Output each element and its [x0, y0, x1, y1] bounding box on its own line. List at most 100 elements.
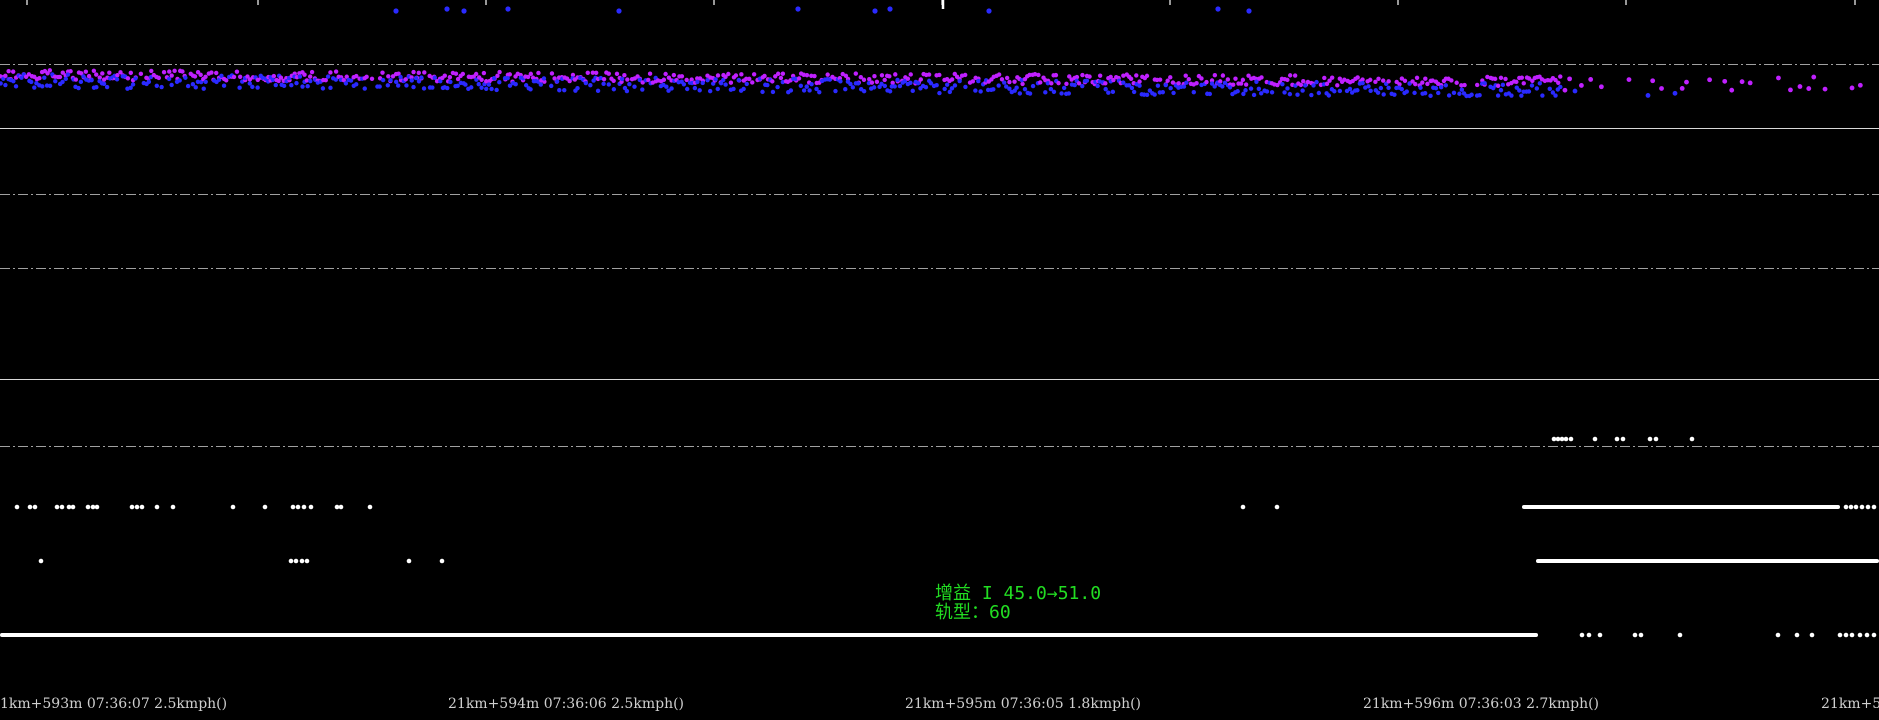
- echo-run-white: [1536, 559, 1879, 563]
- echo-point-white: [1837, 632, 1843, 638]
- echo-point-magenta: [622, 73, 627, 78]
- echo-point-white: [1871, 504, 1877, 510]
- echo-point-magenta: [1626, 77, 1632, 83]
- echo-point-magenta: [83, 69, 89, 74]
- echo-point-white: [139, 504, 145, 510]
- echo-point-magenta: [231, 74, 237, 80]
- echo-point-magenta: [447, 74, 453, 80]
- echo-point-white: [367, 504, 373, 510]
- echo-point-magenta: [198, 72, 203, 78]
- echo-point-blue: [104, 84, 110, 90]
- echo-point-white: [1563, 436, 1569, 442]
- echo-point-magenta: [47, 68, 53, 73]
- echo-point-blue: [1443, 83, 1449, 88]
- echo-point-white: [1647, 436, 1653, 442]
- echo-point-magenta: [647, 71, 653, 76]
- echo-point-blue: [354, 82, 359, 87]
- echo-point-blue: [114, 77, 120, 82]
- echo-point-white: [1859, 504, 1865, 510]
- echo-point-magenta: [1679, 85, 1685, 91]
- echo-point-blue: [1477, 93, 1482, 98]
- echo-point-blue: [29, 79, 34, 85]
- echo-point-blue: [1436, 90, 1441, 96]
- echo-point-blue: [289, 82, 294, 88]
- echo-point-magenta: [1579, 83, 1584, 88]
- upper-echo-band: [0, 68, 1863, 99]
- echo-point-white: [1586, 632, 1592, 638]
- echo-point-white: [334, 504, 340, 510]
- echo-point-magenta: [1004, 75, 1010, 81]
- echo-point-magenta: [1684, 79, 1689, 85]
- echo-point-blue: [1014, 85, 1019, 90]
- echo-point-magenta: [323, 78, 328, 83]
- echo-point-magenta: [1298, 82, 1304, 88]
- echo-point-white: [299, 558, 305, 564]
- echo-point-magenta: [10, 69, 16, 74]
- echo-point-magenta: [908, 72, 913, 77]
- echo-point-blue: [308, 78, 313, 84]
- echo-point-white: [1597, 632, 1603, 638]
- echo-point-magenta: [161, 69, 167, 75]
- echo-point-blue: [159, 84, 164, 90]
- echo-point-magenta: [369, 76, 375, 82]
- echo-point-white: [14, 504, 20, 510]
- echo-point-magenta: [949, 77, 955, 82]
- echo-point-blue: [541, 76, 547, 81]
- echo-point-blue: [882, 83, 888, 89]
- echo-point-blue: [664, 84, 669, 89]
- echo-point-magenta: [1233, 76, 1238, 81]
- echo-point-white: [1632, 632, 1638, 638]
- echo-point-blue: [1404, 89, 1409, 94]
- echo-point-blue: [1017, 91, 1023, 96]
- echo-point-white: [59, 504, 65, 510]
- echo-point-blue: [1378, 85, 1384, 91]
- echo-point-magenta: [1144, 73, 1150, 79]
- echo-point-blue: [1547, 86, 1552, 92]
- echo-point-magenta: [416, 70, 421, 76]
- echo-point-blue: [169, 82, 174, 88]
- echo-point-blue: [486, 82, 492, 87]
- echo-point-magenta: [302, 72, 307, 77]
- echo-point-magenta: [1012, 79, 1017, 84]
- echo-point-magenta: [1204, 79, 1209, 85]
- echo-point-magenta: [57, 74, 63, 80]
- echo-point-blue: [430, 85, 435, 90]
- echo-point-blue: [923, 84, 929, 90]
- echo-point-blue: [40, 84, 45, 89]
- echo-point-magenta: [750, 80, 755, 85]
- echo-point-blue: [562, 87, 567, 93]
- echo-point-magenta: [172, 68, 177, 74]
- echo-point-magenta: [1503, 76, 1508, 82]
- echo-point-magenta: [156, 75, 162, 81]
- echo-point-white: [288, 558, 294, 564]
- echo-point-white: [129, 504, 135, 510]
- echo-point-white: [154, 504, 160, 510]
- echo-point-blue: [411, 84, 416, 90]
- position-label-2: 21km+594m 07:36:06 2.5kmph(): [448, 696, 685, 712]
- echo-point-magenta: [937, 72, 942, 78]
- echo-point-magenta: [1287, 73, 1293, 78]
- stray-echo-point: [795, 6, 801, 12]
- echo-point-magenta: [1355, 75, 1360, 80]
- echo-point-blue: [915, 80, 921, 86]
- echo-point-white: [304, 558, 310, 564]
- echo-point-blue: [1051, 89, 1057, 95]
- echo-point-blue: [1269, 90, 1275, 95]
- echo-point-magenta: [778, 75, 784, 81]
- echo-point-blue: [809, 81, 814, 87]
- echo-point-magenta: [37, 76, 42, 81]
- echo-point-magenta: [1074, 74, 1080, 80]
- top-ruler-ticks: [26, 0, 1856, 9]
- echo-point-magenta: [1462, 82, 1467, 88]
- echo-point-magenta: [536, 70, 541, 76]
- b-scan-display[interactable]: 增益 I 45.0→51.0 轨型：60 1km+593m 07:36:07 2…: [0, 0, 1879, 720]
- position-label-5: 21km+59: [1821, 696, 1879, 712]
- echo-point-magenta: [1376, 76, 1381, 81]
- echo-point-blue: [681, 82, 687, 87]
- echo-point-blue: [1129, 85, 1135, 91]
- echo-point-magenta: [237, 74, 243, 79]
- echo-point-blue: [177, 78, 182, 83]
- echo-point-blue: [978, 89, 983, 94]
- echo-point-magenta: [726, 71, 731, 77]
- echo-point-magenta: [882, 77, 887, 83]
